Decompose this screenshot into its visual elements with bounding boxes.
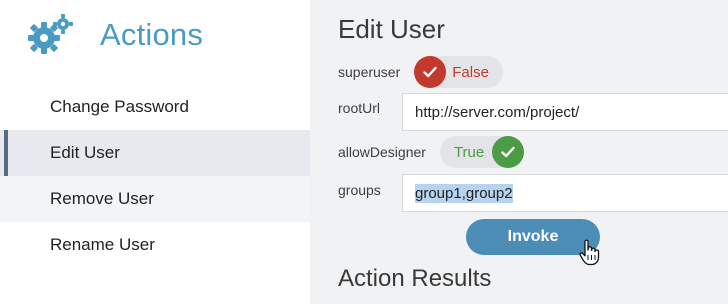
groups-label: groups — [338, 182, 381, 198]
nav-item-remove-user[interactable]: Remove User — [0, 176, 310, 222]
nav-item-rename-user[interactable]: Rename User — [0, 222, 310, 268]
nav-item-label: Rename User — [50, 235, 155, 254]
nav-item-label: Edit User — [50, 143, 120, 162]
superuser-toggle[interactable]: False — [414, 56, 503, 88]
superuser-row: superuser False — [338, 56, 503, 88]
rooturl-input[interactable]: http://server.com/project/ — [402, 93, 728, 131]
rooturl-row: rootUrl — [338, 100, 380, 116]
actions-nav: Change Password Edit User Remove User Re… — [0, 84, 310, 268]
groups-input[interactable]: group1,group2 — [402, 174, 728, 212]
groups-row: groups — [338, 182, 381, 198]
nav-item-change-password[interactable]: Change Password — [0, 84, 310, 130]
rooturl-label: rootUrl — [338, 100, 381, 116]
hand-cursor-icon — [578, 238, 602, 266]
gears-icon — [28, 14, 74, 56]
page-title: Edit User — [338, 14, 445, 44]
actions-sidebar: Actions Change Password Edit User Remove… — [0, 0, 310, 304]
action-results-title: Action Results — [338, 265, 492, 292]
allowdesigner-label: allowDesigner — [338, 144, 426, 160]
check-icon — [492, 136, 525, 168]
edit-user-panel: Edit User superuser False rootUrl http:/… — [310, 0, 728, 304]
check-icon — [414, 56, 447, 88]
groups-value: group1,group2 — [415, 183, 513, 203]
nav-item-label: Change Password — [50, 97, 189, 116]
nav-item-edit-user[interactable]: Edit User — [0, 130, 310, 176]
rooturl-value: http://server.com/project/ — [415, 103, 580, 121]
allowdesigner-toggle[interactable]: True — [439, 136, 525, 168]
invoke-label: Invoke — [507, 228, 559, 245]
sidebar-header: Actions — [28, 12, 203, 58]
nav-item-label: Remove User — [50, 189, 154, 208]
superuser-label: superuser — [338, 64, 401, 80]
superuser-value: False — [452, 63, 489, 81]
allowdesigner-value: True — [453, 143, 485, 161]
sidebar-title: Actions — [100, 17, 204, 52]
allowdesigner-row: allowDesigner True — [338, 136, 525, 168]
